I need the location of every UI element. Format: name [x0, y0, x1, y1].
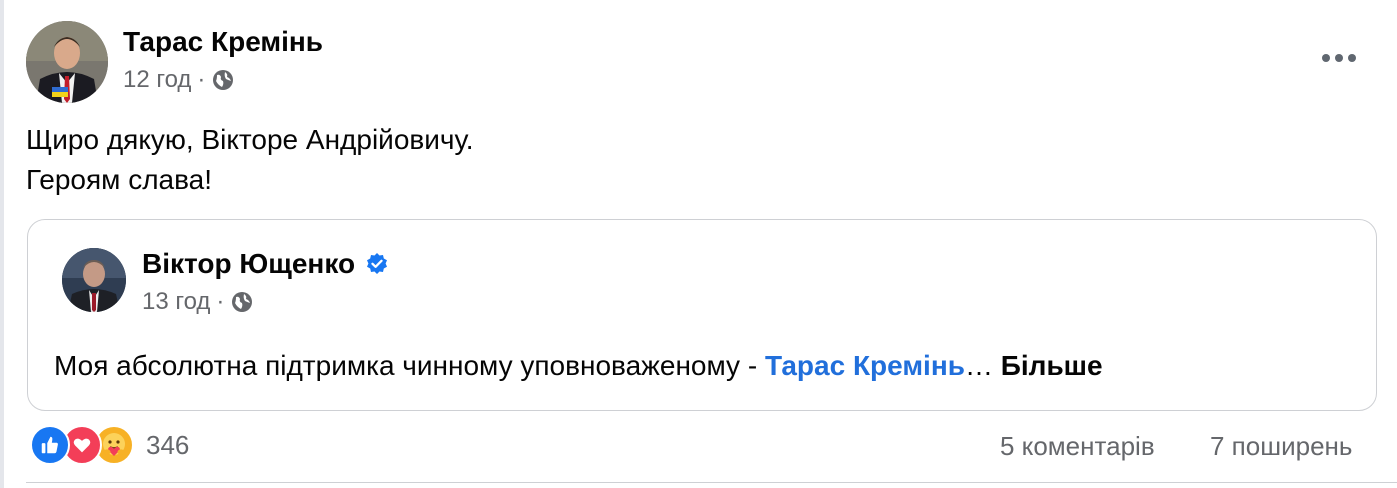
shared-author-avatar[interactable] — [62, 248, 126, 312]
post-timestamp[interactable]: 12 год — [123, 66, 191, 94]
meta-separator: · — [216, 288, 225, 315]
more-dot-icon — [1335, 54, 1343, 62]
globe-icon[interactable] — [211, 68, 235, 92]
left-border — [0, 0, 4, 488]
more-dot-icon — [1322, 54, 1330, 62]
shared-meta: 13 год · — [142, 288, 254, 316]
shared-timestamp[interactable]: 13 год — [142, 288, 210, 316]
shared-post-text: Моя абсолютна підтримка чинному уповнова… — [54, 350, 1103, 382]
globe-icon[interactable] — [230, 290, 254, 314]
more-dot-icon — [1348, 54, 1356, 62]
reactions-summary[interactable]: 346 — [30, 425, 189, 465]
shared-author-name-row: Віктор Ющенко — [142, 248, 389, 280]
comments-count-link[interactable]: 5 коментарів — [1000, 431, 1155, 462]
ellipsis: … — [964, 350, 993, 381]
like-icon — [30, 425, 70, 465]
post-text: Щиро дякую, Вікторе Андрійовичу. Героям … — [26, 120, 473, 200]
reaction-count[interactable]: 346 — [146, 430, 189, 461]
shared-author-name[interactable]: Віктор Ющенко — [142, 248, 355, 280]
post-text-line: Героям слава! — [26, 164, 213, 195]
post-text-line: Щиро дякую, Вікторе Андрійовичу. — [26, 124, 474, 155]
author-avatar[interactable] — [26, 21, 108, 103]
more-options-button[interactable] — [1318, 40, 1360, 76]
post-author-name[interactable]: Тарас Кремінь — [123, 26, 323, 58]
mention-link[interactable]: Тарас Кремінь — [765, 350, 965, 381]
footer-divider — [26, 482, 1397, 483]
shared-text-body: Моя абсолютна підтримка чинному уповнова… — [54, 350, 765, 381]
shares-count-link[interactable]: 7 поширень — [1210, 431, 1352, 462]
post-meta: 12 год · — [123, 66, 235, 94]
see-more-link[interactable]: Більше — [1001, 350, 1103, 381]
verified-badge-icon — [367, 253, 388, 274]
meta-separator: · — [197, 66, 206, 93]
shared-post-card[interactable]: Віктор Ющенко 13 год · Моя абсолютна під… — [27, 219, 1377, 411]
post-footer: 346 5 коментарів 7 поширень — [30, 425, 1390, 467]
